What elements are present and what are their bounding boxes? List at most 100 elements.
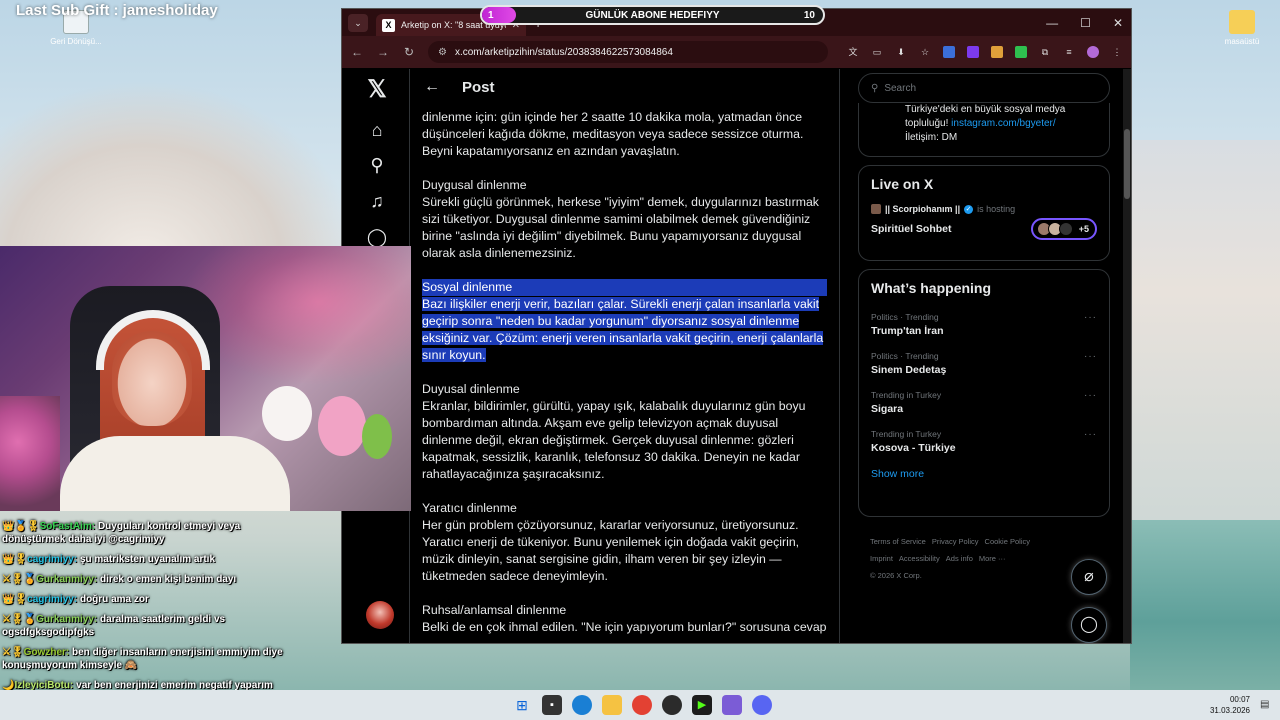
live-host-row: || Scorpiohanım || ✓ is hosting: [871, 204, 1097, 214]
trend-item[interactable]: Trending in Turkey Kosova - Türkiye ···: [871, 429, 1097, 454]
media-controls-icon[interactable]: ≡: [1063, 46, 1075, 58]
webcam-plush-avocado: [362, 414, 392, 459]
x-logo-icon[interactable]: 𝕏: [364, 77, 390, 103]
webcam-overlay: [0, 246, 411, 511]
extension-orange-icon[interactable]: [991, 46, 1003, 58]
chrome-browser-icon[interactable]: [632, 695, 652, 715]
browser-menu-icon[interactable]: ⋮: [1111, 46, 1123, 58]
more-options-icon[interactable]: ···: [1084, 429, 1097, 440]
trend-meta: Trending in Turkey: [871, 390, 942, 400]
notification-icon[interactable]: ▤: [1260, 699, 1272, 711]
live-space-row[interactable]: Spiritüel Sohbet +5: [871, 218, 1097, 240]
more-options-icon[interactable]: ···: [1084, 390, 1097, 401]
bio-link[interactable]: instagram.com/bgyeter/: [951, 118, 1056, 129]
post-paragraph: Ruhsal/anlamsal dinlenme Belki de en çok …: [422, 602, 827, 636]
show-more-link[interactable]: Show more: [871, 468, 1097, 480]
obs-icon[interactable]: [662, 695, 682, 715]
chat-username[interactable]: cagrimiyy:: [27, 554, 77, 565]
trend-name: Sigara: [871, 403, 904, 415]
notifications-bell-icon[interactable]: ♫: [364, 188, 390, 214]
messages-fab-button[interactable]: ◯: [1071, 607, 1107, 643]
task-view-icon[interactable]: ▪: [542, 695, 562, 715]
home-icon[interactable]: ⌂: [364, 117, 390, 143]
account-avatar[interactable]: [366, 601, 394, 629]
footer-link[interactable]: Privacy Policy: [932, 537, 979, 546]
profile-avatar-icon[interactable]: [1087, 46, 1099, 58]
more-options-icon[interactable]: ···: [1084, 351, 1097, 362]
site-info-icon[interactable]: ⚙: [438, 47, 447, 58]
minimize-icon[interactable]: —: [1046, 16, 1058, 30]
browser-window: ⌄ X Arketip on X: "8 saat uyuyo ✕ + — ☐ …: [341, 8, 1132, 644]
streaming-app-icon[interactable]: [722, 695, 742, 715]
footer-link[interactable]: More ···: [979, 554, 1006, 563]
extension-green-icon[interactable]: [1015, 46, 1027, 58]
grok-button[interactable]: ⌀: [1071, 559, 1107, 595]
search-input[interactable]: ⚲ Search: [858, 73, 1110, 103]
trend-name: Sinem Dedetaş: [871, 364, 947, 376]
clock-time: 00:07: [1229, 695, 1250, 704]
desktop-folder[interactable]: masaüstü: [1212, 10, 1272, 46]
maximize-icon[interactable]: ☐: [1080, 16, 1091, 30]
tab-search-button[interactable]: ⌄: [348, 13, 368, 32]
more-options-icon[interactable]: ···: [1084, 312, 1097, 323]
footer-link[interactable]: Accessibility: [899, 554, 940, 563]
post-header-title: Post: [462, 78, 495, 96]
chat-text: doğru ama zor: [79, 594, 149, 605]
trend-item[interactable]: Politics · Trending Trump'tan İran ···: [871, 312, 1097, 337]
chat-text: direk o emen kişi benim dayı: [100, 574, 237, 585]
search-icon[interactable]: ⚲: [364, 152, 390, 178]
chat-username[interactable]: Gurkanmiyy:: [36, 574, 97, 585]
sub-goal-target: 10: [803, 9, 815, 21]
back-arrow-icon[interactable]: ←: [350, 45, 364, 59]
listener-avatar: [1058, 222, 1073, 236]
trend-item[interactable]: Trending in Turkey Sigara ···: [871, 390, 1097, 415]
footer-link[interactable]: Cookie Policy: [985, 537, 1030, 546]
profile-bio-card: Türkiye'deki en büyük sosyal medya toplu…: [858, 103, 1110, 157]
footer-link[interactable]: Ads info: [946, 554, 973, 563]
reload-icon[interactable]: ↻: [402, 45, 416, 59]
chat-username[interactable]: SoFastAim:: [40, 521, 96, 532]
chat-badges-icon: 👑🎖: [2, 594, 28, 605]
discord-icon[interactable]: [752, 695, 772, 715]
chat-message: ⚔🎖🏅Gurkanmiyy: daralma saatlerim geldi v…: [2, 613, 302, 639]
file-explorer-icon[interactable]: [602, 695, 622, 715]
whats-happening-card: What’s happening Politics · Trending Trum…: [858, 269, 1110, 517]
scrollbar-thumb[interactable]: [1124, 129, 1130, 199]
chat-badges-icon: 👑🏅🎖: [2, 521, 40, 532]
back-arrow-icon[interactable]: ←: [424, 78, 440, 96]
extension-purple-icon[interactable]: [967, 46, 979, 58]
edge-browser-icon[interactable]: [572, 695, 592, 715]
chat-message: 👑🎖cagrimiyy: doğru ama zor: [2, 593, 302, 606]
post-paragraph: Duyusal dinlenme Ekranlar, bildirimler, g…: [422, 381, 827, 483]
forward-arrow-icon[interactable]: →: [376, 45, 390, 59]
close-icon[interactable]: ✕: [1113, 16, 1123, 30]
trend-name: Kosova - Türkiye: [871, 442, 956, 454]
footer-copyright: © 2026 X Corp.: [870, 571, 922, 580]
taskbar-clock[interactable]: 00:07 31.03.2026: [1210, 694, 1250, 716]
kick-app-icon[interactable]: ▶: [692, 695, 712, 715]
clock-date: 31.03.2026: [1209, 706, 1250, 715]
translate-icon[interactable]: 文: [847, 46, 859, 58]
chat-username[interactable]: cagrimiyy:: [27, 594, 77, 605]
chat-badges-icon: ⚔🎖🏅: [2, 574, 37, 585]
window-controls: — ☐ ✕: [1046, 9, 1123, 36]
bookmark-star-icon[interactable]: ☆: [919, 46, 931, 58]
extension-blue-icon[interactable]: [943, 46, 955, 58]
chat-username[interactable]: Gurkanmiyy:: [36, 614, 97, 625]
extensions-puzzle-icon[interactable]: ⧉: [1039, 46, 1051, 58]
page-scrollbar[interactable]: [1123, 69, 1131, 643]
address-bar[interactable]: ⚙ x.com/arketipzihin/status/203838462257…: [428, 41, 828, 63]
toolbar-right: 文 ▭ ⬇ ☆ ⧉ ≡ ⋮: [847, 46, 1123, 58]
cast-icon[interactable]: ▭: [871, 46, 883, 58]
footer-link[interactable]: Imprint: [870, 554, 893, 563]
start-windows-icon[interactable]: ⊞: [512, 695, 532, 715]
footer-link[interactable]: Terms of Service: [870, 537, 926, 546]
live-listener-count: +5: [1078, 224, 1089, 234]
trend-item[interactable]: Politics · Trending Sinem Dedetaş ···: [871, 351, 1097, 376]
folder-icon: [1229, 10, 1255, 34]
chat-username[interactable]: Gowzher:: [24, 647, 70, 658]
install-icon[interactable]: ⬇: [895, 46, 907, 58]
trend-meta: Trending in Turkey: [871, 429, 942, 439]
sub-goal-title: GÜNLÜK ABONE HEDEFIYY: [585, 9, 720, 21]
live-listeners-pill[interactable]: +5: [1030, 218, 1097, 240]
